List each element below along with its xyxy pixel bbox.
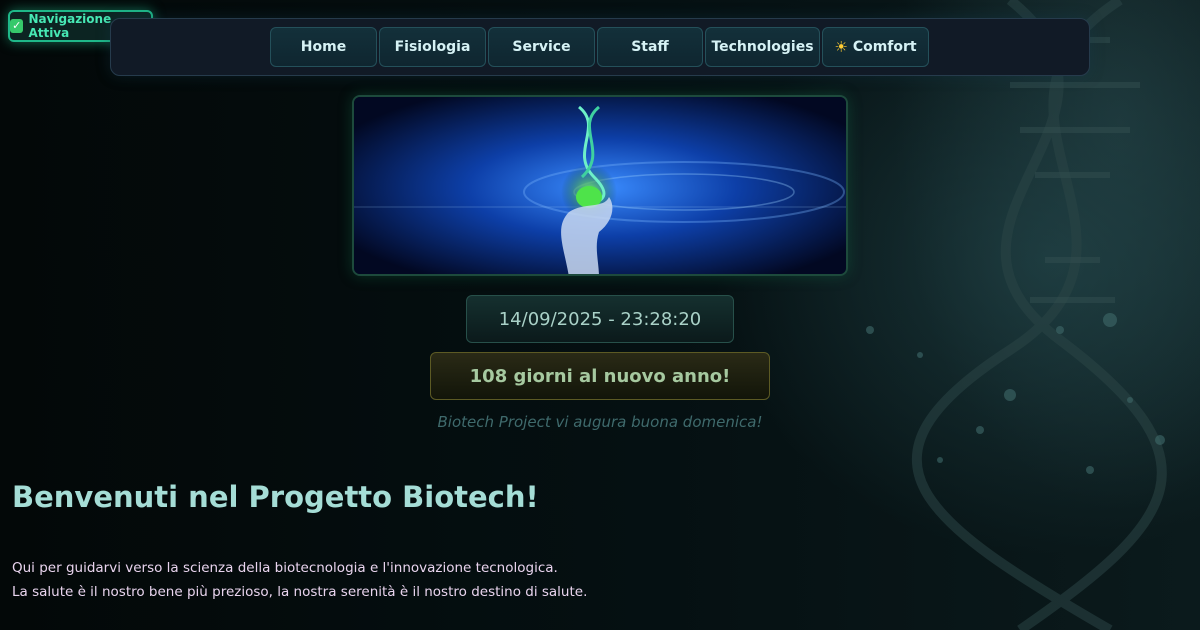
intro-line-2: La salute è il nostro bene più prezioso,… <box>12 584 588 600</box>
intro-text: Qui per guidarvi verso la scienza della … <box>12 556 587 604</box>
nav-service[interactable]: Service <box>488 27 595 67</box>
nav-staff-label: Staff <box>631 39 669 55</box>
countdown-text: 108 giorni al nuovo anno! <box>469 365 731 387</box>
nav-comfort[interactable]: ☀ Comfort <box>822 27 929 67</box>
hero-image <box>352 95 848 276</box>
nav-technologies[interactable]: Technologies <box>705 27 820 67</box>
nav-fisiologia-label: Fisiologia <box>394 39 471 55</box>
hero-dna-hand-illustration <box>354 97 846 274</box>
dna-helix-background <box>866 0 1167 630</box>
nav-fisiologia[interactable]: Fisiologia <box>379 27 486 67</box>
sun-icon: ☀ <box>834 38 848 56</box>
page-title: Benvenuti nel Progetto Biotech! <box>12 480 539 514</box>
date-time-text: 14/09/2025 - 23:28:20 <box>498 308 702 330</box>
nav-home-label: Home <box>300 39 347 55</box>
check-icon: ✓ <box>10 19 24 33</box>
nav-comfort-label: Comfort <box>852 39 917 55</box>
nav-staff[interactable]: Staff <box>597 27 703 67</box>
nav-home[interactable]: Home <box>270 27 377 67</box>
intro-line-1: Qui per guidarvi verso la scienza della … <box>12 560 558 576</box>
nav-service-label: Service <box>512 39 571 55</box>
new-year-countdown: 108 giorni al nuovo anno! <box>430 352 770 400</box>
nav-technologies-label: Technologies <box>711 39 814 55</box>
date-time-display: 14/09/2025 - 23:28:20 <box>466 295 734 343</box>
greeting-message: Biotech Project vi augura buona domenica… <box>437 413 763 431</box>
